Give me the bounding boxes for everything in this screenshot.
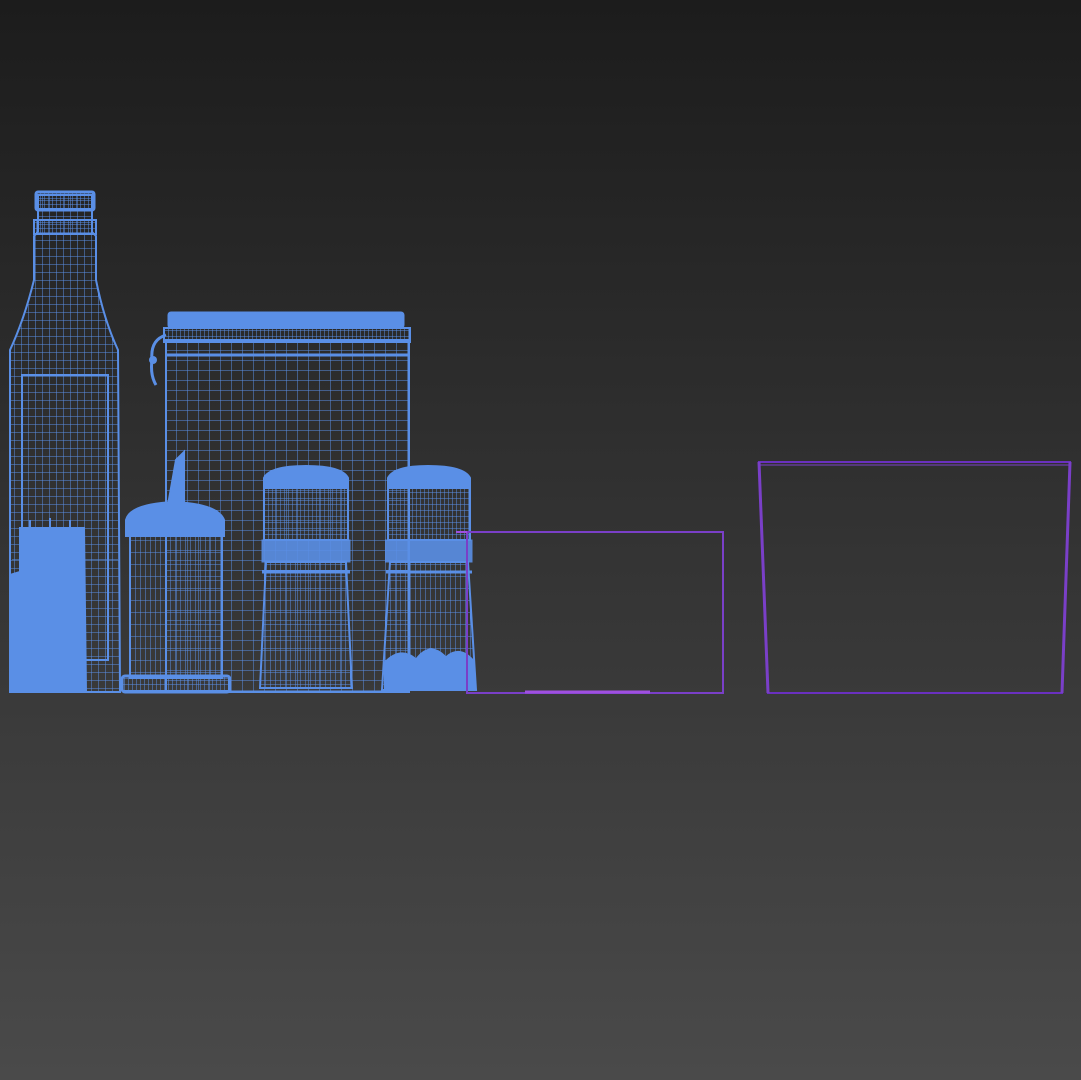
bucket-basket[interactable] (757, 461, 1072, 694)
salt-shaker[interactable] (258, 464, 354, 689)
3d-viewport[interactable] (0, 0, 1081, 1080)
pepper-shaker[interactable] (380, 464, 478, 691)
tray-box[interactable] (456, 531, 724, 694)
wireframe-scene[interactable] (0, 0, 1081, 1080)
toothpick-holder[interactable] (9, 518, 88, 693)
